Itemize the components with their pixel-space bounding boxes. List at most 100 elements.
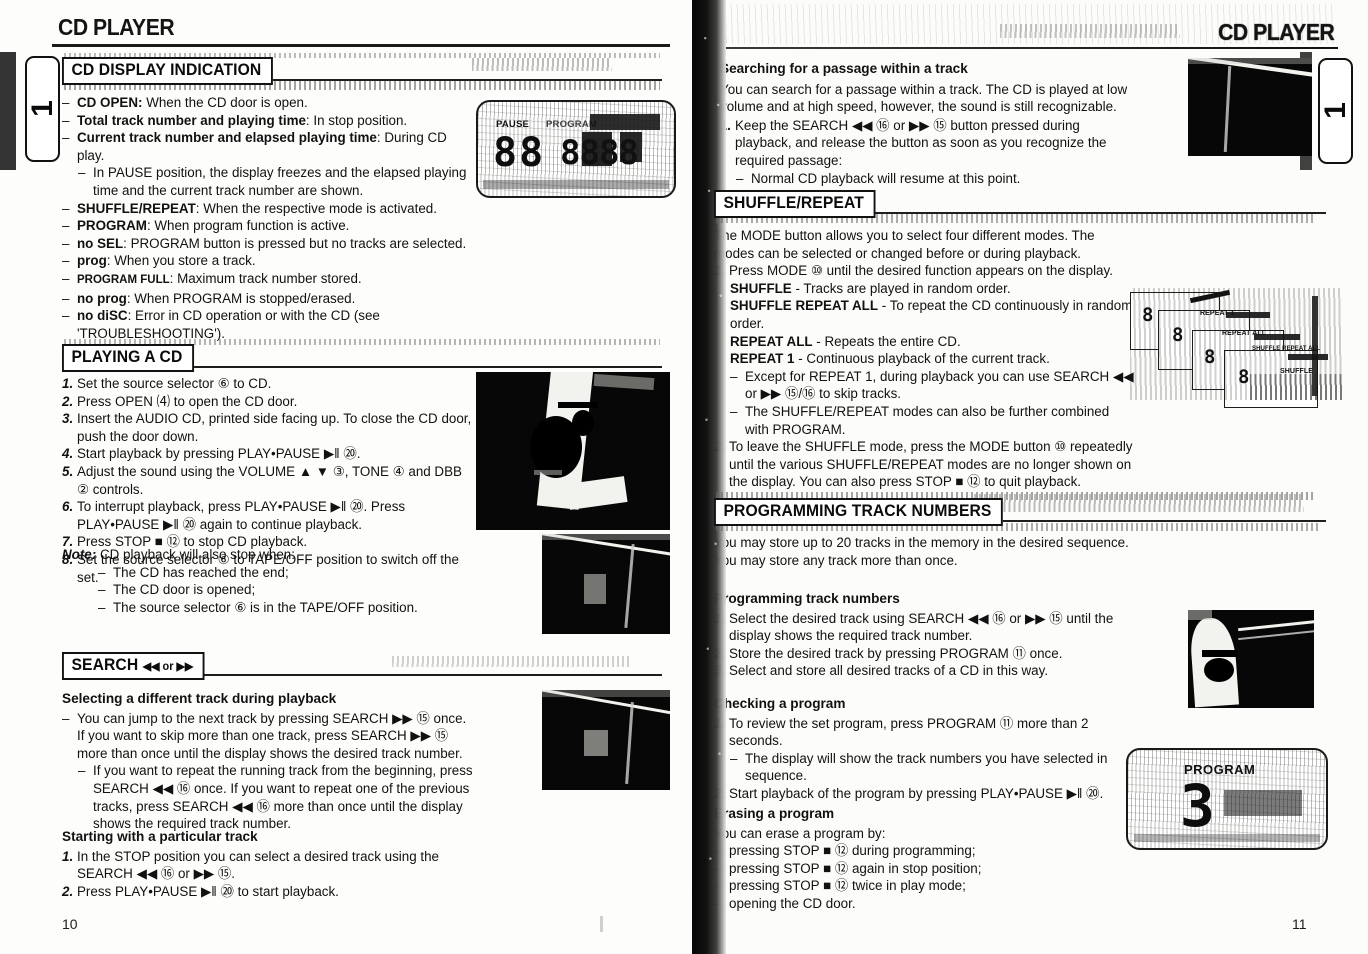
running-head-left: CD PLAYER — [58, 14, 175, 40]
side-tab-right: 1 — [1318, 58, 1353, 164]
section-header-search: SEARCH ◀◀ or ▶▶ — [62, 652, 662, 680]
list-item: – CD OPEN: When the CD door is open. — [62, 95, 308, 110]
section-title-cd-display-indication: CD DISPLAY INDICATION — [62, 57, 273, 85]
list-item: 2.Start playback of the program by press… — [714, 785, 1104, 801]
list-item: – no diSC: Error in CD operation or with … — [62, 308, 380, 341]
photo-program-button — [1188, 610, 1314, 708]
paragraph: You may store up to 20 tracks in the mem… — [714, 535, 1129, 568]
list-item: – PROGRAM FULL: Maximum track number stor… — [62, 270, 362, 286]
list-item: 2.Store the desired track by pressing PR… — [714, 645, 1063, 661]
program-display-digit: 3 — [1180, 772, 1215, 840]
list-item: – no prog: When PROGRAM is stopped/erased… — [62, 290, 356, 306]
mode-line: REPEAT ALL - Repeats the entire CD. — [730, 333, 961, 349]
list-item: 1. In the STOP position you can select a … — [62, 848, 440, 882]
subsection-title: Erasing a program — [714, 806, 835, 821]
list-item: –pressing STOP ■ ⑫ again in stop positio… — [714, 860, 982, 876]
list-item: – In PAUSE position, the display freezes … — [78, 165, 467, 198]
list-item: – Total track number and playing time: In… — [62, 112, 408, 128]
page-number-right: 11 — [1292, 916, 1307, 932]
subsection-title: Searching for a passage within a track — [720, 61, 968, 76]
list-item: –opening the CD door. — [714, 895, 856, 911]
list-item: – no SEL: PROGRAM button is pressed but n… — [62, 235, 467, 251]
list-item: – The SHUFFLE/REPEAT modes can also be fu… — [730, 403, 1110, 437]
section-header-cd-display-indication: CD DISPLAY INDICATION — [62, 53, 662, 90]
list-item: – Normal CD playback will resume at this … — [736, 170, 1021, 186]
list-item: 3.Select and store all desired tracks of… — [714, 663, 1049, 679]
side-tab-number-right: 1 — [1318, 103, 1352, 119]
manual-spread: CD PLAYER 1 CD DISPLAY INDICATION – CD OP… — [0, 0, 1368, 954]
paragraph: You can erase a program by: — [714, 825, 886, 841]
header-rule-right — [726, 47, 1338, 49]
section-title-shuffle-repeat: SHUFFLE/REPEAT — [714, 190, 876, 218]
erasing-a-program-sub: Erasing a program You can erase a progra… — [714, 805, 1134, 913]
side-tab-number-left: 1 — [25, 101, 59, 117]
programming-track-numbers-sub: Programming track numbers 1.Select the d… — [714, 590, 1134, 680]
list-item: – The display will show the track numbers… — [730, 750, 1108, 784]
subsection-title: Selecting a different track during playb… — [62, 691, 337, 706]
note-line: Note: CD playback will also stop when: — [62, 547, 295, 562]
cd-display-indication-list: – CD OPEN: When the CD door is open. – Tot… — [62, 94, 474, 342]
list-item: –pressing STOP ■ ⑫ during programming; — [714, 843, 976, 859]
photo-cd-door-corner-left — [542, 534, 670, 634]
mode-line: SHUFFLE REPEAT ALL - To repeat the CD co… — [730, 298, 1133, 331]
paragraph: You can search for a passage within a tr… — [720, 81, 1128, 115]
list-item: 3. Insert the AUDIO CD, printed side faci… — [62, 411, 472, 444]
searching-passage-block: Searching for a passage within a track Y… — [720, 60, 1140, 187]
section-header-programming-track-numbers: PROGRAMMING TRACK NUMBERS — [714, 492, 1326, 531]
checking-a-program-sub: Checking a program 1.To review the set p… — [714, 695, 1134, 803]
list-item: 1.To review the set program, press PROGR… — [714, 715, 1089, 749]
section-title-playing-a-cd: PLAYING A CD — [62, 344, 194, 372]
list-item: 1.Keep the SEARCH ◀◀ ⑯ or ▶▶ ⑮ button pr… — [720, 117, 1107, 168]
list-item: 5. Adjust the sound using the VOLUME ▲ ▼ … — [62, 463, 462, 497]
programming-intro: You may store up to 20 tracks in the mem… — [714, 534, 1134, 569]
list-item: – SHUFFLE/REPEAT: When the respective mod… — [62, 200, 437, 216]
photo-search-buttons — [542, 690, 670, 790]
list-item: – PROGRAM: When program function is activ… — [62, 218, 350, 234]
lcd-display-figure: PAUSE PROGRAM 88 8888 — [476, 100, 676, 198]
lcd-digits-left: 88 — [493, 130, 546, 176]
scan-smudge-running-head — [1000, 24, 1180, 38]
paragraph: The MODE button allows you to select fou… — [714, 228, 1095, 261]
list-item: – The CD has reached the end; — [98, 564, 289, 580]
program-display-figure: PROGRAM 3 — [1126, 748, 1328, 850]
page-right: CD PLAYER 1 Searching for a passage with… — [692, 0, 1368, 954]
search-subsection-2: Starting with a particular track 1. In th… — [62, 828, 474, 900]
running-head-right: CD PLAYER — [1217, 19, 1335, 45]
side-tab-left: 1 — [25, 56, 60, 162]
shuffle-repeat-display-figure: 8 8 8 8 REPEAT 1 REPEAT ALL SHUFFLE REPE… — [1130, 288, 1342, 408]
scan-gutter-speckle — [700, 0, 726, 954]
subsection-title: Programming track numbers — [714, 591, 900, 606]
list-item: 1. Set the source selector ⑥ to CD. — [62, 376, 272, 391]
mode-line: SHUFFLE - Tracks are played in random or… — [730, 280, 1011, 296]
list-item: – You can jump to the next track by press… — [62, 710, 467, 761]
list-item: – The CD door is opened; — [98, 582, 256, 598]
list-item: 2. Press PLAY•PAUSE ▶‖ ⑳ to start playbac… — [62, 883, 339, 899]
list-item: – prog: When you store a track. — [62, 253, 256, 269]
playing-a-cd-note: Note: CD playback will also stop when: –… — [62, 546, 474, 616]
section-header-playing-a-cd: PLAYING A CD — [62, 339, 662, 372]
mode-line: REPEAT 1 - Continuous playback of the cu… — [730, 351, 1050, 367]
section-title-search: SEARCH ◀◀ or ▶▶ — [62, 652, 205, 680]
list-item: – The source selector ⑥ is in the TAPE/OF… — [98, 599, 418, 615]
list-item: 4. Start playback by pressing PLAY•PAUSE … — [62, 446, 361, 462]
list-item: – Except for REPEAT 1, during playback yo… — [730, 368, 1134, 402]
lcd-label-pause: PAUSE — [496, 119, 530, 130]
section-title-programming-track-numbers: PROGRAMMING TRACK NUMBERS — [714, 498, 1003, 526]
list-item: 1.Press MODE ⑩ until the desired functio… — [714, 263, 1113, 279]
list-item: 2.To leave the SHUFFLE mode, press the M… — [714, 439, 1133, 490]
list-item: 1.Select the desired track using SEARCH … — [714, 610, 1114, 644]
photo-cd-door-open — [476, 372, 670, 530]
page-left: CD PLAYER 1 CD DISPLAY INDICATION – CD OP… — [0, 0, 692, 954]
subsection-title: Starting with a particular track — [62, 829, 258, 844]
header-rule-left — [52, 44, 670, 47]
search-title-glyphs: ◀◀ or ▶▶ — [142, 661, 194, 673]
list-item: – If you want to repeat the running track… — [78, 763, 473, 832]
section-header-shuffle-repeat: SHUFFLE/REPEAT — [714, 190, 1326, 223]
search-subsection-1: Selecting a different track during playb… — [62, 690, 474, 833]
list-item: 2. Press OPEN ⑷ to open the CD door. — [62, 393, 298, 409]
list-item: – Current track number and elapsed playin… — [62, 130, 447, 163]
subsection-title: Checking a program — [714, 696, 846, 711]
shuffle-repeat-block: The MODE button allows you to select fou… — [714, 227, 1134, 491]
tab-bleed-left — [0, 52, 16, 170]
photo-search-buttons-right — [1188, 58, 1312, 156]
